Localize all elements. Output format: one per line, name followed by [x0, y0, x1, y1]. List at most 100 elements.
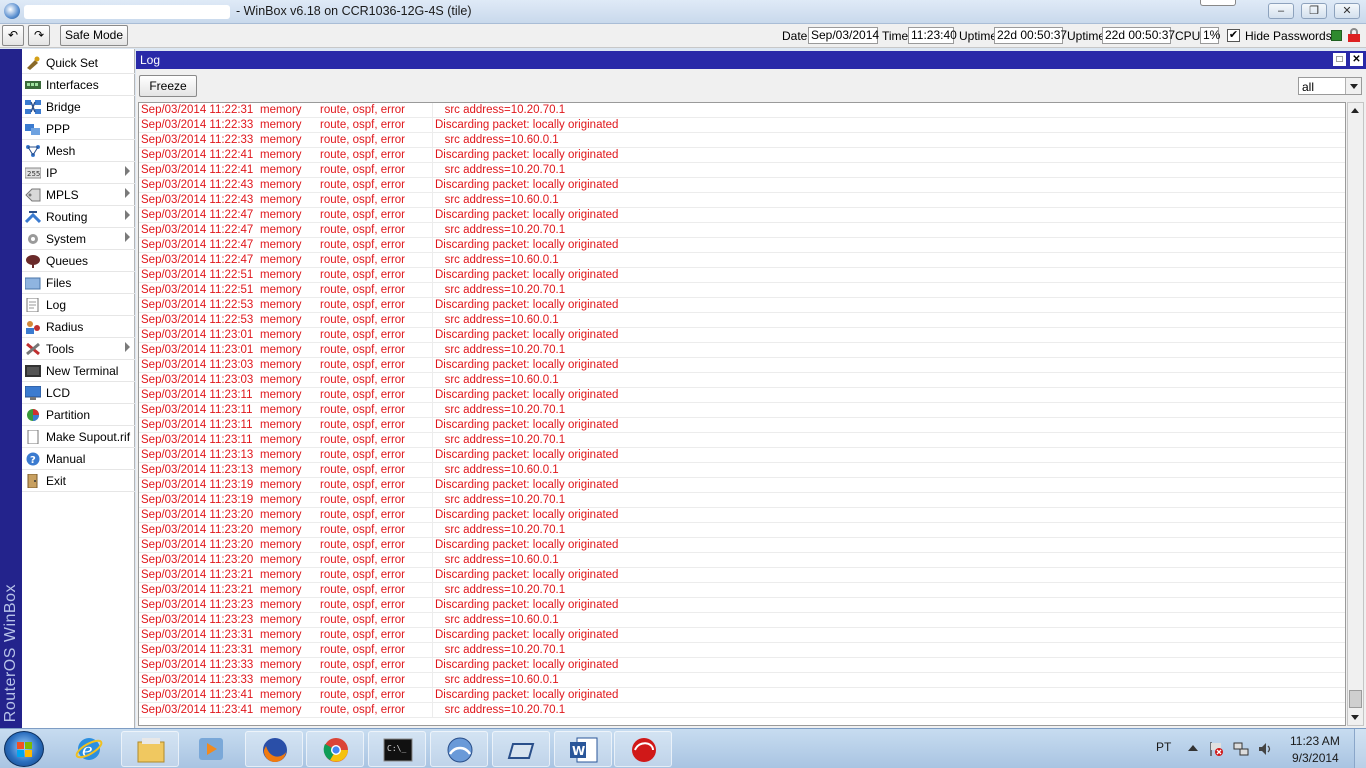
menu-item-quick-set[interactable]: Quick Set: [22, 52, 135, 74]
clock-date[interactable]: 9/3/2014: [1292, 751, 1339, 765]
log-row[interactable]: Sep/03/2014 11:22:33 memory route, ospf, e…: [139, 133, 1345, 148]
menu-item-tools[interactable]: Tools: [22, 338, 135, 360]
log-row[interactable]: Sep/03/2014 11:22:47 memory route, ospf, e…: [139, 253, 1345, 268]
freeze-button[interactable]: Freeze: [139, 75, 197, 97]
show-desktop-button[interactable]: [1354, 729, 1366, 768]
log-row[interactable]: Sep/03/2014 11:23:13 memory route, ospf, e…: [139, 448, 1345, 463]
taskbar-media-player[interactable]: [182, 731, 240, 767]
topic-filter-select[interactable]: all: [1298, 77, 1362, 95]
volume-icon[interactable]: [1257, 741, 1273, 757]
log-row[interactable]: Sep/03/2014 11:23:41 memory route, ospf, e…: [139, 688, 1345, 703]
menu-item-new-terminal[interactable]: New Terminal: [22, 360, 135, 382]
log-row[interactable]: Sep/03/2014 11:23:01 memory route, ospf, e…: [139, 343, 1345, 358]
menu-item-ppp[interactable]: PPP: [22, 118, 135, 140]
taskbar-network-drive[interactable]: [492, 731, 550, 767]
menu-item-radius[interactable]: Radius: [22, 316, 135, 338]
menu-item-mesh[interactable]: Mesh: [22, 140, 135, 162]
menu-item-interfaces[interactable]: Interfaces: [22, 74, 135, 96]
taskbar-chrome[interactable]: [306, 731, 364, 767]
close-button[interactable]: ✕: [1334, 3, 1360, 19]
log-row[interactable]: Sep/03/2014 11:23:31 memory route, ospf, e…: [139, 628, 1345, 643]
log-row[interactable]: Sep/03/2014 11:23:11 memory route, ospf, e…: [139, 433, 1345, 448]
restore-button[interactable]: ❐: [1301, 3, 1327, 19]
scroll-thumb[interactable]: [1349, 690, 1362, 708]
network-icon[interactable]: [1233, 741, 1249, 757]
action-center-flag-icon[interactable]: [1208, 741, 1224, 757]
log-row[interactable]: Sep/03/2014 11:22:41 memory route, ospf, e…: [139, 148, 1345, 163]
menu-item-make-supout[interactable]: Make Supout.rif: [22, 426, 135, 448]
minimize-button[interactable]: –: [1268, 3, 1294, 19]
log-row[interactable]: Sep/03/2014 11:23:20 memory route, ospf, e…: [139, 553, 1345, 568]
taskbar-file-explorer[interactable]: [121, 731, 179, 767]
log-scrollbar[interactable]: [1347, 102, 1364, 726]
undo-button[interactable]: ↶: [2, 25, 24, 46]
start-button[interactable]: [4, 731, 44, 767]
log-row[interactable]: Sep/03/2014 11:22:51 memory route, ospf, e…: [139, 283, 1345, 298]
menu-item-system[interactable]: System: [22, 228, 135, 250]
log-row[interactable]: Sep/03/2014 11:23:11 memory route, ospf, e…: [139, 418, 1345, 433]
clock-time[interactable]: 11:23 AM: [1290, 734, 1340, 748]
log-row[interactable]: Sep/03/2014 11:23:13 memory route, ospf, e…: [139, 463, 1345, 478]
log-row[interactable]: Sep/03/2014 11:22:47 memory route, ospf, e…: [139, 208, 1345, 223]
log-row[interactable]: Sep/03/2014 11:23:31 memory route, ospf, e…: [139, 643, 1345, 658]
safe-mode-button[interactable]: Safe Mode: [60, 25, 128, 46]
log-row[interactable]: Sep/03/2014 11:22:53 memory route, ospf, e…: [139, 313, 1345, 328]
log-row[interactable]: Sep/03/2014 11:23:41 memory route, ospf, e…: [139, 703, 1345, 718]
scroll-up-icon[interactable]: [1348, 103, 1363, 118]
log-row[interactable]: Sep/03/2014 11:23:19 memory route, ospf, e…: [139, 478, 1345, 493]
log-row[interactable]: Sep/03/2014 11:23:21 memory route, ospf, e…: [139, 568, 1345, 583]
menu-item-bridge[interactable]: Bridge: [22, 96, 135, 118]
log-row[interactable]: Sep/03/2014 11:23:01 memory route, ospf, e…: [139, 328, 1345, 343]
show-hidden-icons-icon[interactable]: [1188, 745, 1198, 751]
log-row[interactable]: Sep/03/2014 11:22:51 memory route, ospf, e…: [139, 268, 1345, 283]
hide-passwords-checkbox[interactable]: ✔: [1227, 29, 1240, 42]
menu-item-mpls[interactable]: MPLS: [22, 184, 135, 206]
taskbar-firefox[interactable]: [245, 731, 303, 767]
log-row[interactable]: Sep/03/2014 11:23:20 memory route, ospf, e…: [139, 523, 1345, 538]
chevron-down-icon[interactable]: [1345, 78, 1361, 94]
taskbar-red-app[interactable]: [614, 731, 672, 767]
log-row[interactable]: Sep/03/2014 11:22:53 memory route, ospf, e…: [139, 298, 1345, 313]
log-row[interactable]: Sep/03/2014 11:22:31 memory route, ospf, e…: [139, 103, 1345, 118]
log-row[interactable]: Sep/03/2014 11:22:43 memory route, ospf, e…: [139, 193, 1345, 208]
log-row[interactable]: Sep/03/2014 11:23:20 memory route, ospf, e…: [139, 538, 1345, 553]
menu-item-manual[interactable]: ? Manual: [22, 448, 135, 470]
language-indicator[interactable]: PT: [1156, 740, 1171, 754]
log-row[interactable]: Sep/03/2014 11:23:19 memory route, ospf, e…: [139, 493, 1345, 508]
scroll-down-icon[interactable]: [1348, 710, 1363, 725]
close-log-button[interactable]: ✕: [1350, 53, 1363, 66]
log-row[interactable]: Sep/03/2014 11:23:21 memory route, ospf, e…: [139, 583, 1345, 598]
menu-item-lcd[interactable]: LCD: [22, 382, 135, 404]
taskbar-winbox[interactable]: [430, 731, 488, 767]
log-row[interactable]: Sep/03/2014 11:23:11 memory route, ospf, e…: [139, 388, 1345, 403]
redo-button[interactable]: ↷: [28, 25, 50, 46]
menu-item-partition[interactable]: Partition: [22, 404, 135, 426]
network-drive-icon: [507, 743, 535, 759]
log-row[interactable]: Sep/03/2014 11:23:23 memory route, ospf, e…: [139, 598, 1345, 613]
log-row[interactable]: Sep/03/2014 11:23:03 memory route, ospf, e…: [139, 358, 1345, 373]
log-row[interactable]: Sep/03/2014 11:22:33 memory route, ospf, e…: [139, 118, 1345, 133]
firefox-icon: [263, 738, 287, 763]
menu-item-routing[interactable]: Routing: [22, 206, 135, 228]
menu-item-queues[interactable]: Queues: [22, 250, 135, 272]
log-row[interactable]: Sep/03/2014 11:23:03 memory route, ospf, e…: [139, 373, 1345, 388]
log-row[interactable]: Sep/03/2014 11:23:20 memory route, ospf, e…: [139, 508, 1345, 523]
log-title-bar[interactable]: Log □ ✕: [136, 51, 1366, 69]
maximize-log-button[interactable]: □: [1333, 53, 1346, 66]
menu-item-files[interactable]: Files: [22, 272, 135, 294]
log-row[interactable]: Sep/03/2014 11:23:23 memory route, ospf, e…: [139, 613, 1345, 628]
taskbar-command-prompt[interactable]: C:\_: [368, 731, 426, 767]
log-row[interactable]: Sep/03/2014 11:22:47 memory route, ospf, e…: [139, 223, 1345, 238]
log-row[interactable]: Sep/03/2014 11:22:43 memory route, ospf, e…: [139, 178, 1345, 193]
log-row[interactable]: Sep/03/2014 11:22:41 memory route, ospf, e…: [139, 163, 1345, 178]
menu-item-ip[interactable]: 255 IP: [22, 162, 135, 184]
log-message: src address=10.20.70.1: [435, 584, 566, 596]
menu-item-exit[interactable]: Exit: [22, 470, 135, 492]
log-row[interactable]: Sep/03/2014 11:23:11 memory route, ospf, e…: [139, 403, 1345, 418]
taskbar-internet-explorer[interactable]: e: [60, 731, 118, 767]
log-row[interactable]: Sep/03/2014 11:23:33 memory route, ospf, e…: [139, 658, 1345, 673]
menu-item-log[interactable]: Log: [22, 294, 135, 316]
taskbar-word[interactable]: W: [554, 731, 612, 767]
log-row[interactable]: Sep/03/2014 11:23:33 memory route, ospf, e…: [139, 673, 1345, 688]
log-row[interactable]: Sep/03/2014 11:22:47 memory route, ospf, e…: [139, 238, 1345, 253]
